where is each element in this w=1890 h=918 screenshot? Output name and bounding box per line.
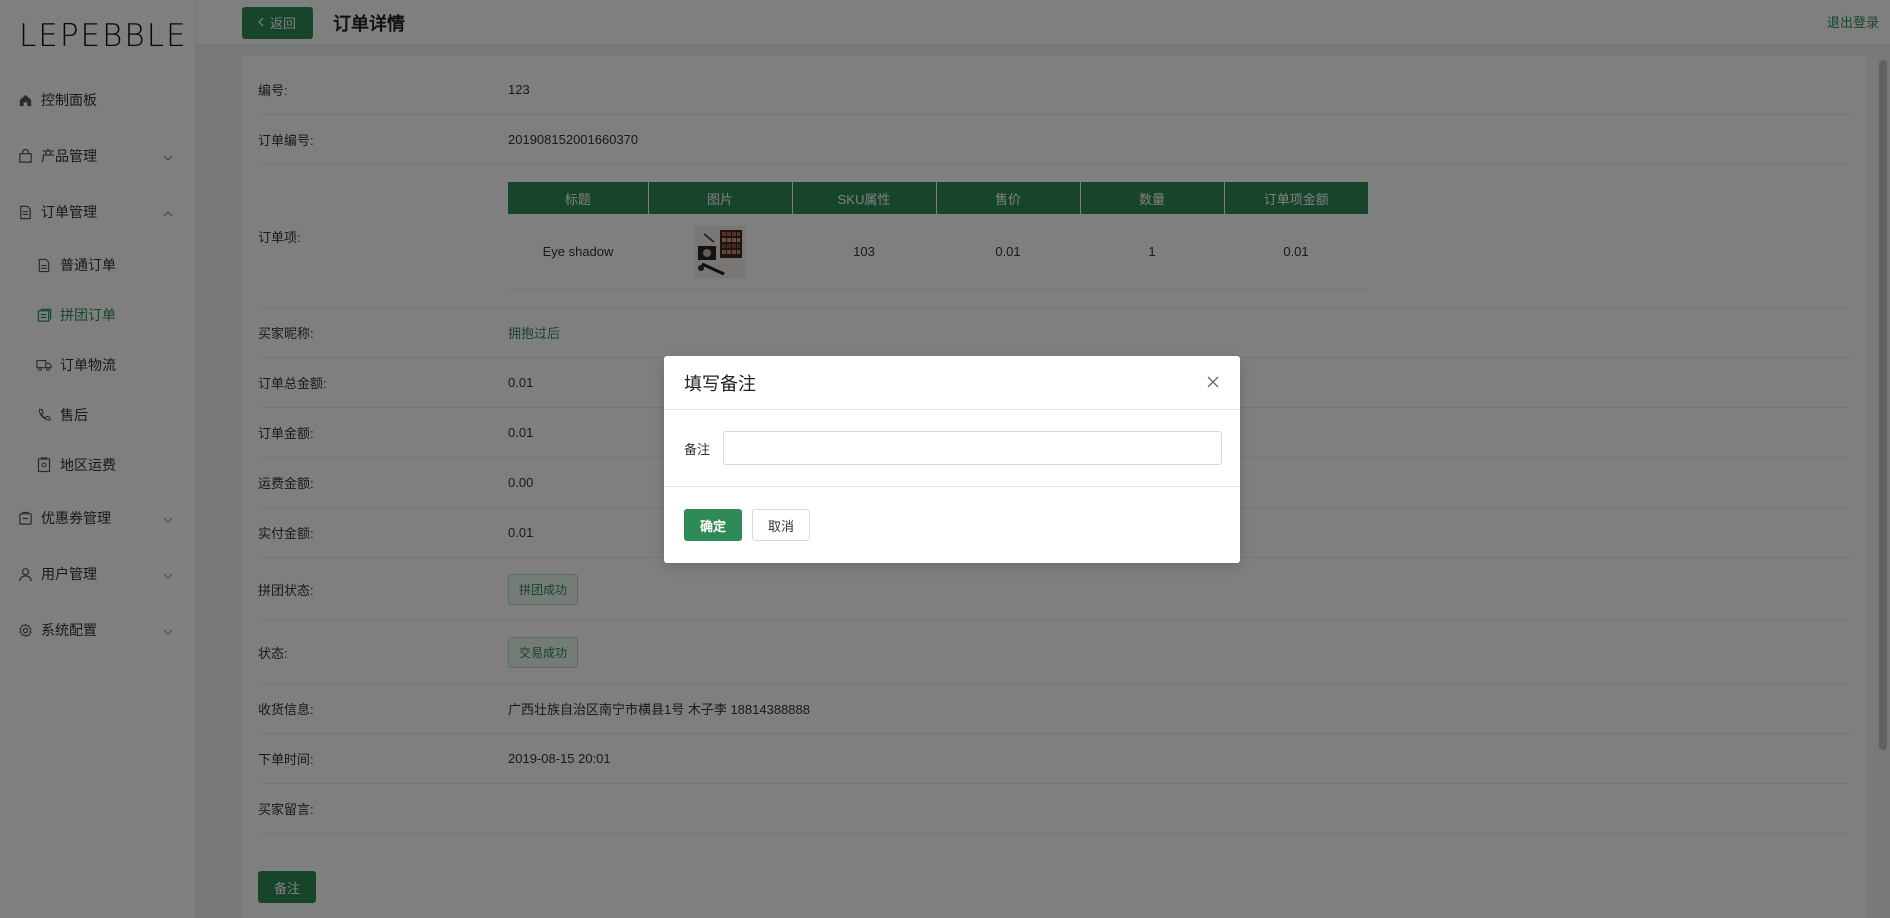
cancel-button[interactable]: 取消 xyxy=(752,509,811,541)
dialog-body: 备注 xyxy=(664,410,1240,487)
note-dialog: 填写备注 备注 确定 取消 xyxy=(664,356,1240,563)
note-field-label: 备注 xyxy=(684,441,711,457)
dialog-header: 填写备注 xyxy=(664,356,1240,410)
dialog-footer: 确定 取消 xyxy=(664,487,1240,563)
note-input[interactable] xyxy=(723,431,1222,465)
close-icon[interactable] xyxy=(1206,375,1220,389)
confirm-button[interactable]: 确定 xyxy=(684,509,743,541)
dialog-title: 填写备注 xyxy=(684,373,756,394)
